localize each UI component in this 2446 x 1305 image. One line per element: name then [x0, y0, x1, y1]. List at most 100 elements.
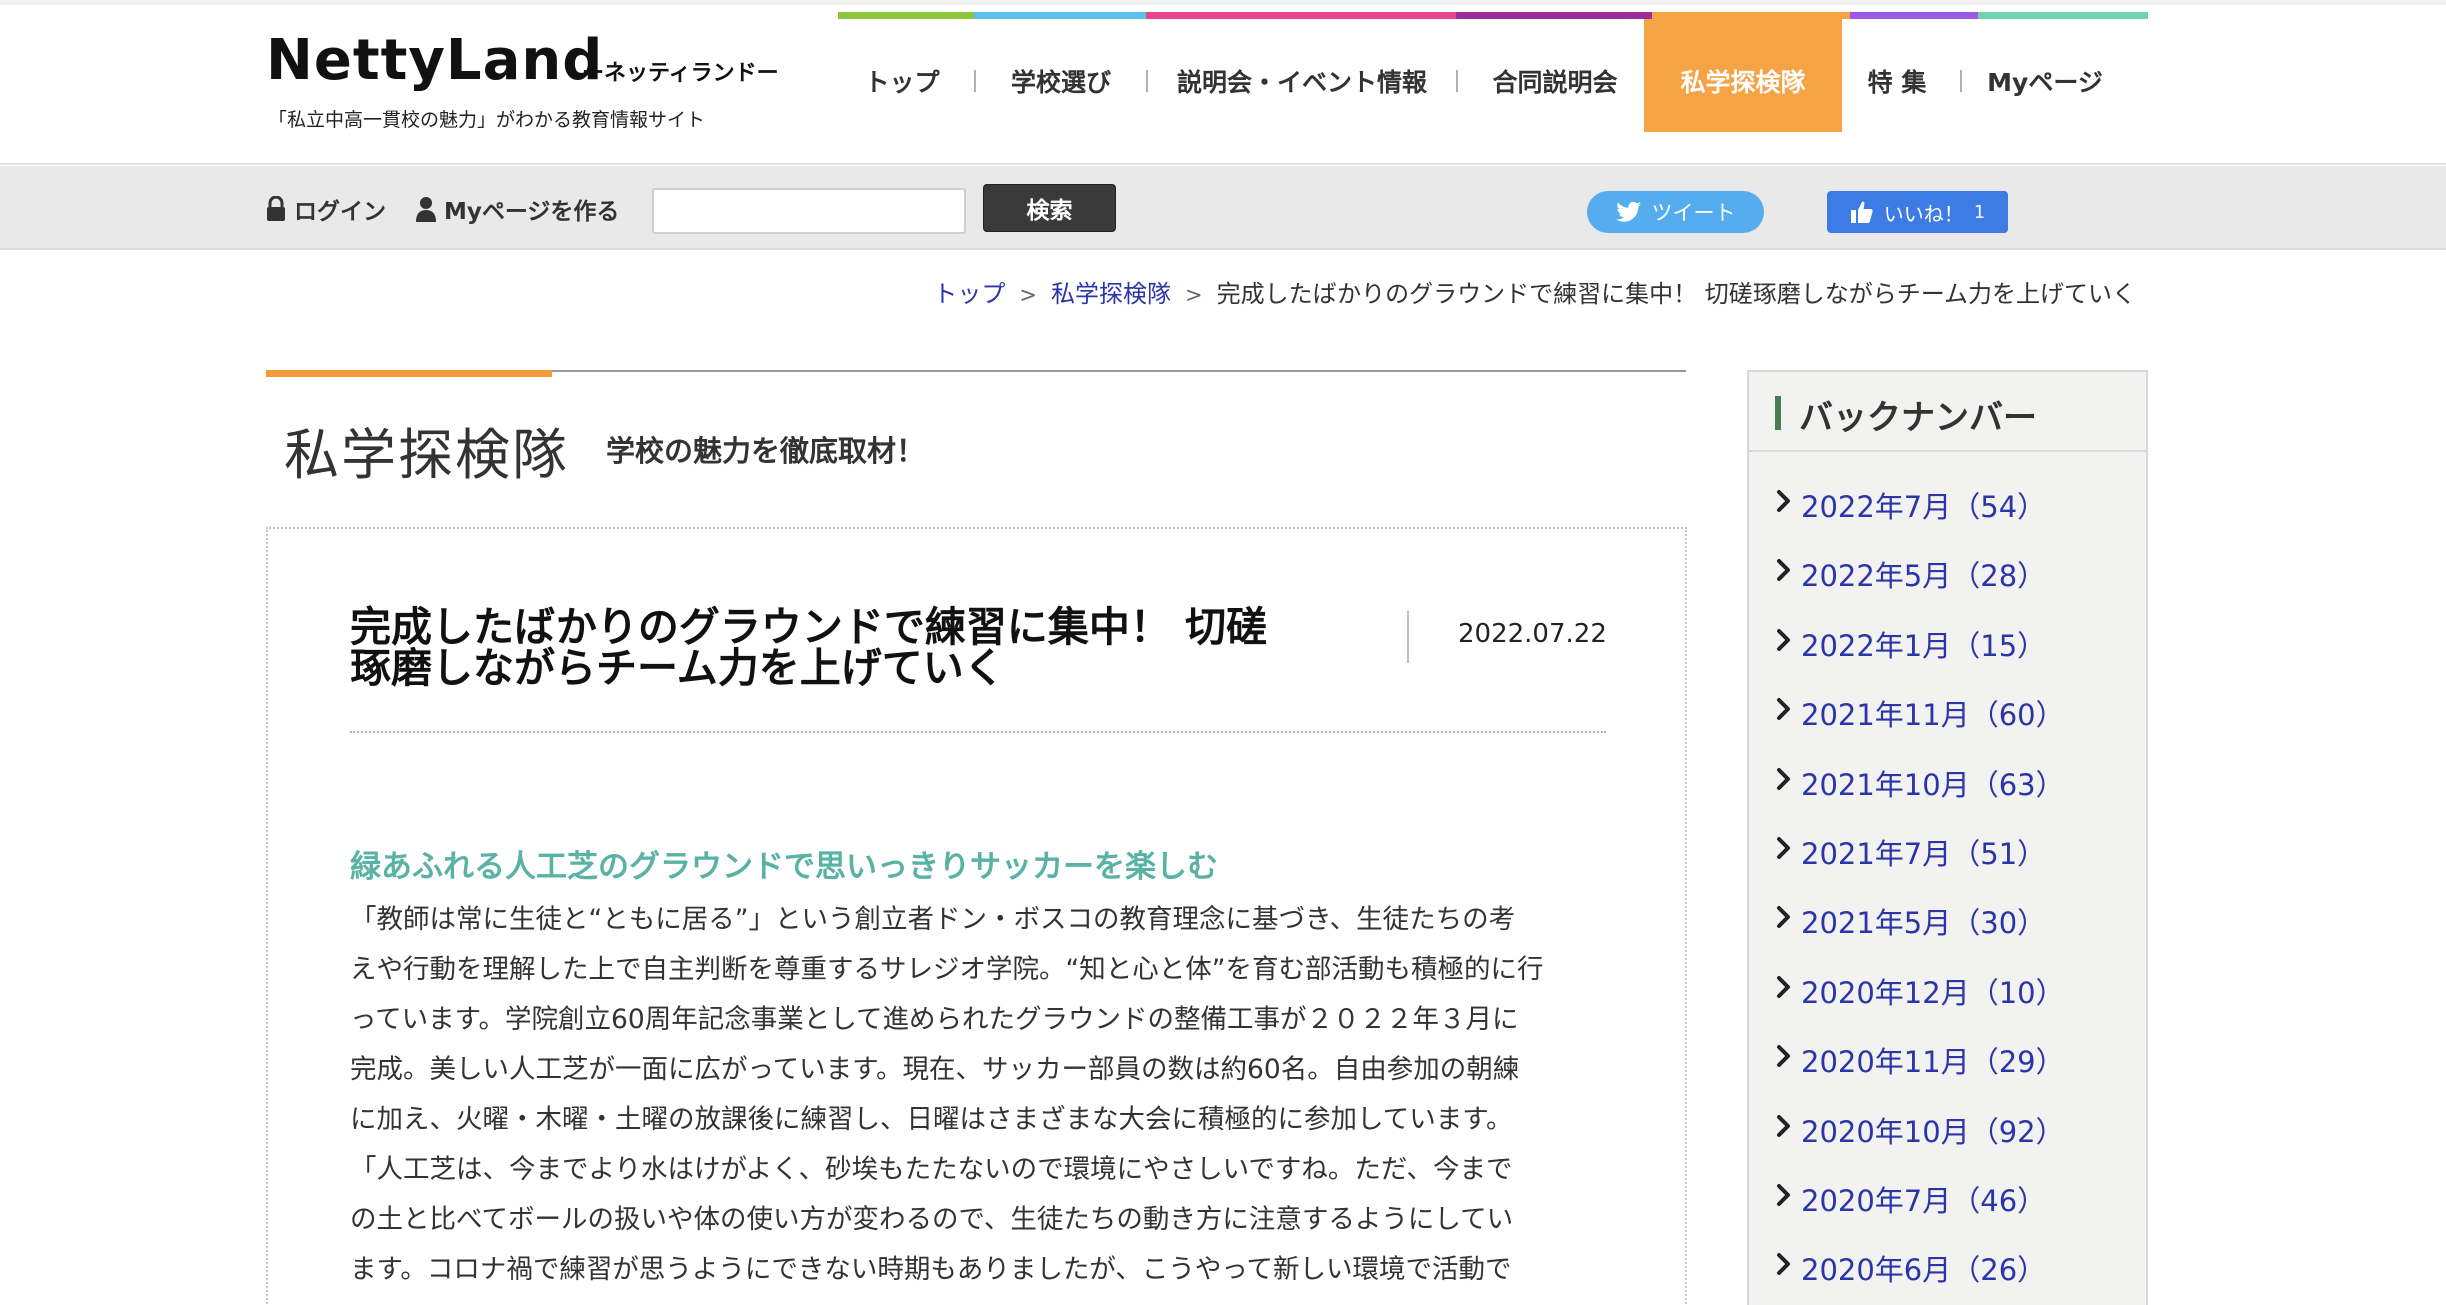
chevron-right-icon — [1777, 559, 1790, 582]
breadcrumb-current: 完成したばかりのグラウンドで練習に集中！ 切磋琢磨しながらチーム力を上げていく — [1216, 280, 2136, 308]
back-number-header: バックナンバー — [1749, 372, 2146, 452]
chevron-right-icon — [1777, 1183, 1790, 1206]
section-heading-accent — [266, 370, 552, 377]
nav-item-mypage[interactable]: Myページ — [1970, 19, 2120, 132]
back-number-item[interactable]: 2022年5月（28） — [1749, 553, 2146, 622]
global-nav: トップ | 学校選び | 説明会・イベント情報 | 合同説明会 私学探検隊 特 … — [838, 12, 2148, 132]
chevron-right-icon — [1777, 906, 1790, 929]
chevron-right-icon — [1777, 490, 1790, 512]
site-logo[interactable]: NettyLand — [266, 28, 603, 93]
back-number-item[interactable]: 2020年12月（10） — [1749, 970, 2146, 1039]
create-mypage-label: Myページを作る — [444, 199, 620, 225]
breadcrumb-separator: > — [1185, 283, 1203, 307]
tweet-label: ツイート — [1651, 201, 1736, 225]
section-title: 私学探検隊 — [284, 423, 570, 487]
back-number-link[interactable]: 2022年1月（15） — [1801, 623, 2046, 665]
nav-separator: | — [1957, 68, 1965, 93]
twitter-bird-icon — [1615, 201, 1641, 222]
site-logo-subtitle: ーネッティランドー — [582, 61, 779, 86]
article-body-line: 「人工芝は、今までより水はけがよく、砂埃もたたないので環境にやさしいですね。ただ… — [350, 1154, 1513, 1185]
back-number-item[interactable]: 2021年7月（51） — [1749, 831, 2146, 900]
nav-stripe — [1456, 12, 1652, 19]
create-mypage-link[interactable]: Myページを作る — [416, 192, 619, 226]
back-number-link[interactable]: 2021年5月（30） — [1801, 900, 2046, 942]
article-body-line: っています。学院創立60周年記念事業として進められたグラウンドの整備工事が２０２… — [350, 1004, 1519, 1035]
nav-item-features[interactable]: 特 集 — [1842, 19, 1952, 132]
like-label: いいね！ — [1883, 201, 1964, 226]
back-number-link[interactable]: 2021年11月（60） — [1801, 692, 2065, 734]
chevron-right-icon — [1777, 698, 1790, 721]
like-count: 1 — [1973, 201, 1986, 223]
nav-stripe — [1850, 12, 1978, 19]
nav-separator: | — [1453, 68, 1461, 93]
utility-bar: ログイン Myページを作る 検索 ツイート いいね！ 1 — [0, 166, 2446, 250]
nav-stripe — [838, 12, 974, 19]
back-number-item[interactable]: 2022年1月（15） — [1749, 623, 2146, 692]
nav-item-events[interactable]: 説明会・イベント情報 — [1156, 19, 1448, 132]
back-number-item[interactable]: 2021年10月（63） — [1749, 762, 2146, 831]
back-number-item[interactable]: 2021年11月（60） — [1749, 692, 2146, 761]
breadcrumb-home-link[interactable]: トップ — [933, 280, 1005, 308]
article-body-line: えや行動を理解した上で自主判断を尊重するサレジオ学院。“知と心と体”を育む部活動… — [350, 954, 1544, 985]
back-number-link[interactable]: 2021年10月（63） — [1801, 762, 2065, 804]
back-number-item[interactable]: 2021年5月（30） — [1749, 900, 2146, 969]
nav-separator: | — [1143, 68, 1151, 93]
article-title-line: 琢磨しながらチーム力を上げていく — [350, 644, 1005, 692]
breadcrumb-separator: > — [1019, 283, 1037, 307]
article-title-line: 完成したばかりのグラウンドで練習に集中！ 切磋 — [350, 603, 1268, 651]
site-tagline: 「私立中高一貫校の魅力」がわかる教育情報サイト — [268, 109, 706, 131]
article-body-line: の土と比べてボールの扱いや体の使い方が変わるので、生徒たちの動き方に注意するよう… — [350, 1204, 1514, 1235]
facebook-like-button[interactable]: いいね！ 1 — [1827, 191, 2008, 233]
chevron-right-icon — [1777, 767, 1790, 790]
chevron-right-icon — [1777, 836, 1790, 859]
article-body: 「教師は常に生徒と“ともに居る”」という創立者ドン・ボスコの教育理念に基づき、生… — [350, 895, 1612, 1295]
nav-color-stripes — [838, 12, 2148, 19]
thumbs-up-icon — [1850, 201, 1873, 223]
back-number-link[interactable]: 2021年7月（51） — [1801, 831, 2046, 873]
back-number-item[interactable]: 2020年6月（26） — [1749, 1247, 2146, 1305]
back-number-list: 2022年7月（54） 2022年5月（28） 2022年1月（15） 2021年11… — [1749, 484, 2146, 1305]
back-number-link[interactable]: 2020年11月（29） — [1801, 1039, 2065, 1081]
nav-item-school-select[interactable]: 学校選び — [984, 19, 1138, 132]
search-input[interactable] — [652, 188, 966, 234]
back-number-title: バックナンバー — [1799, 398, 2037, 438]
tweet-button[interactable]: ツイート — [1587, 191, 1764, 233]
breadcrumb-section-link[interactable]: 私学探検隊 — [1051, 280, 1171, 308]
article-body-line: ます。コロナ禍で練習が思うようにできない時期もありましたが、こうやって新しい環境… — [350, 1254, 1512, 1285]
section-heading: 私学探検隊 学校の魅力を徹底取材！ — [266, 370, 1686, 490]
article-body-line: に加え、火曜・木曜・土曜の放課後に練習し、日曜はさまざまな大会に積極的に参加して… — [350, 1104, 1513, 1135]
back-number-link[interactable]: 2020年6月（26） — [1801, 1247, 2046, 1289]
back-number-item[interactable]: 2020年7月（46） — [1749, 1178, 2146, 1247]
back-number-link[interactable]: 2022年7月（54） — [1801, 484, 2046, 526]
search-button[interactable]: 検索 — [983, 184, 1116, 232]
login-link[interactable]: ログイン — [266, 192, 386, 226]
back-number-header-bar — [1775, 396, 1781, 430]
nav-item-shigaku-tankentai[interactable]: 私学探検隊 — [1644, 19, 1842, 132]
nav-stripe — [1146, 12, 1456, 19]
back-number-item[interactable]: 2020年10月（92） — [1749, 1109, 2146, 1178]
nav-separator: | — [971, 68, 979, 93]
nav-item-top[interactable]: トップ — [838, 19, 966, 132]
article-date: 2022.07.22 — [1458, 619, 1607, 649]
nav-item-joint-sessions[interactable]: 合同説明会 — [1466, 19, 1644, 132]
chevron-right-icon — [1777, 975, 1790, 998]
back-number-item[interactable]: 2020年11月（29） — [1749, 1039, 2146, 1108]
nav-items: トップ | 学校選び | 説明会・イベント情報 | 合同説明会 私学探検隊 特 … — [838, 19, 2120, 132]
back-number-link[interactable]: 2022年5月（28） — [1801, 553, 2046, 595]
article-date-divider — [1407, 611, 1409, 663]
article: 完成したばかりのグラウンドで練習に集中！ 切磋 琢磨しながらチーム力を上げていく… — [266, 527, 1687, 1305]
site-header: NettyLand ーネッティランドー 「私立中高一貫校の魅力」がわかる教育情報… — [0, 0, 2446, 165]
back-number-link[interactable]: 2020年10月（92） — [1801, 1109, 2065, 1151]
person-icon — [416, 197, 436, 222]
breadcrumb: トップ > 私学探検隊 > 完成したばかりのグラウンドで練習に集中！ 切磋琢磨しながらチ… — [933, 274, 2136, 309]
back-number-link[interactable]: 2020年12月（10） — [1801, 970, 2065, 1012]
lock-icon — [267, 196, 285, 221]
chevron-right-icon — [1777, 1114, 1790, 1137]
header-top-line — [0, 0, 2446, 5]
back-number-link[interactable]: 2020年7月（46） — [1801, 1178, 2046, 1220]
back-number-item[interactable]: 2022年7月（54） — [1749, 484, 2146, 553]
article-body-line: 完成。美しい人工芝が一面に広がっています。現在、サッカー部員の数は約60名。自由… — [350, 1054, 1520, 1085]
section-subtitle: 学校の魅力を徹底取材！ — [606, 434, 926, 468]
chevron-right-icon — [1777, 628, 1790, 651]
chevron-right-icon — [1777, 1045, 1790, 1068]
